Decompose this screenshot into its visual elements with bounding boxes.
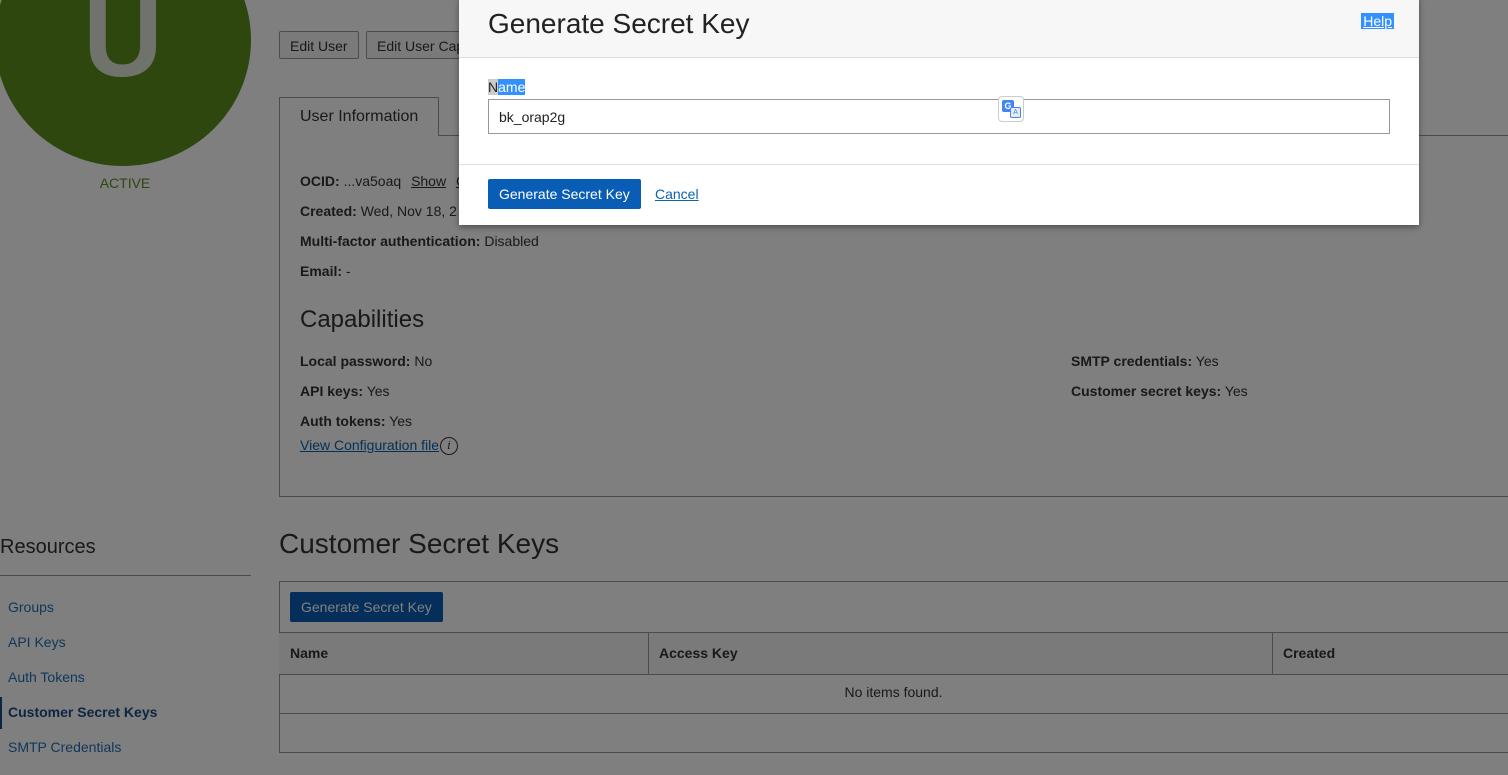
help-link[interactable]: Help xyxy=(1361,13,1394,29)
dialog-cancel-link[interactable]: Cancel xyxy=(655,186,699,202)
dialog-header: Generate Secret Key Help xyxy=(459,0,1419,58)
dialog-generate-button[interactable]: Generate Secret Key xyxy=(488,179,641,209)
generate-secret-key-dialog: Generate Secret Key Help Name G A Genera… xyxy=(459,0,1419,225)
dialog-title: Generate Secret Key xyxy=(488,8,750,39)
name-input[interactable] xyxy=(488,99,1390,134)
name-field-label: Name xyxy=(488,79,526,95)
translate-icon[interactable]: G A xyxy=(998,96,1024,122)
label-selected-text: ame xyxy=(498,79,526,95)
label-first-char: N xyxy=(488,79,499,95)
translate-a-glyph: A xyxy=(1010,107,1021,118)
dialog-footer: Generate Secret Key Cancel xyxy=(459,164,1419,226)
